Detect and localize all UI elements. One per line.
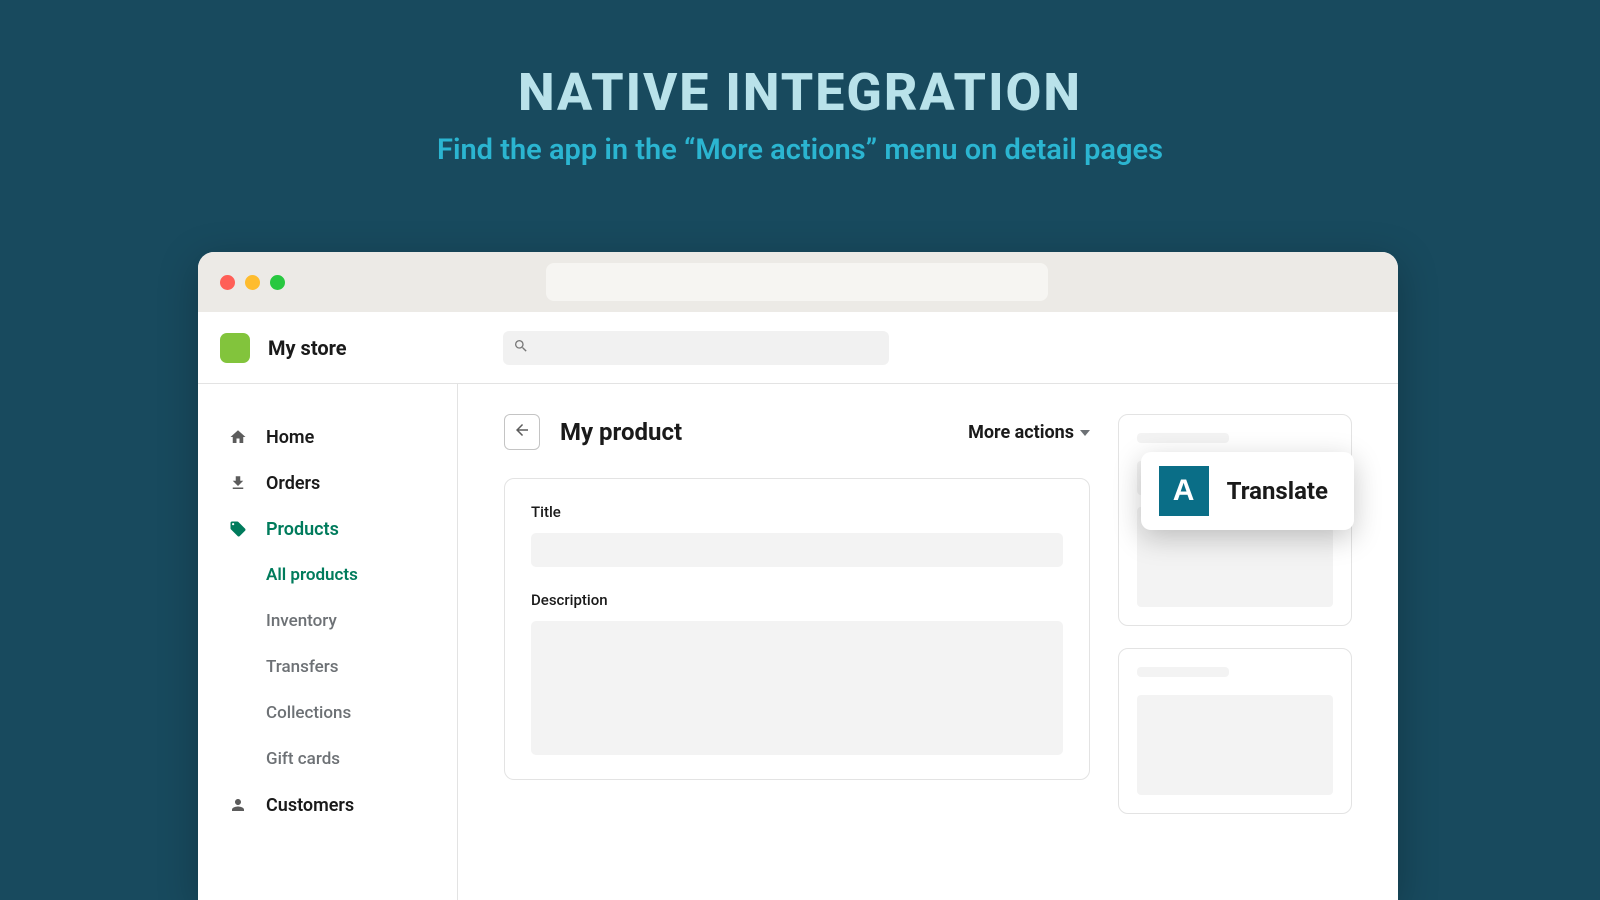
home-icon xyxy=(228,427,248,447)
app-header: My store xyxy=(198,312,1398,384)
more-actions-button[interactable]: More actions xyxy=(968,422,1090,443)
back-button[interactable] xyxy=(504,414,540,450)
browser-window: My store Home Orders xyxy=(198,252,1398,900)
sidebar-item-orders[interactable]: Orders xyxy=(198,460,457,506)
customers-icon xyxy=(228,795,248,815)
sidebar-item-products[interactable]: Products xyxy=(198,506,457,552)
maximize-dot-icon[interactable] xyxy=(270,275,285,290)
sidebar-item-customers[interactable]: Customers xyxy=(198,782,457,828)
page-title: My product xyxy=(560,418,682,446)
search-input[interactable] xyxy=(503,331,889,365)
url-bar[interactable] xyxy=(546,263,1048,301)
sidebar-item-label: Home xyxy=(266,427,314,448)
hero-title: NATIVE INTEGRATION xyxy=(0,62,1600,123)
skeleton-line xyxy=(1137,667,1229,677)
subnav-all-products[interactable]: All products xyxy=(266,552,457,598)
store-name: My store xyxy=(268,336,347,360)
hero-subtitle: Find the app in the “More actions” menu … xyxy=(0,133,1600,167)
orders-icon xyxy=(228,473,248,493)
subnav-inventory[interactable]: Inventory xyxy=(266,598,457,644)
title-input[interactable] xyxy=(531,533,1063,567)
description-field-label: Description xyxy=(531,591,1063,609)
sidebar-item-label: Orders xyxy=(266,473,320,494)
side-card-2 xyxy=(1118,648,1352,814)
products-icon xyxy=(228,519,248,539)
products-subnav: All products Inventory Transfers Collect… xyxy=(198,552,457,782)
minimize-dot-icon[interactable] xyxy=(245,275,260,290)
sidebar: Home Orders Products All products Invent… xyxy=(198,384,458,900)
translate-app-icon: A xyxy=(1159,466,1209,516)
arrow-left-icon xyxy=(513,421,531,443)
store-logo-icon[interactable] xyxy=(220,333,250,363)
skeleton-block xyxy=(1137,695,1333,795)
title-field-label: Title xyxy=(531,503,1063,521)
subnav-gift-cards[interactable]: Gift cards xyxy=(266,736,457,782)
subnav-transfers[interactable]: Transfers xyxy=(266,644,457,690)
search-icon xyxy=(513,338,529,358)
more-actions-label: More actions xyxy=(968,422,1074,443)
description-input[interactable] xyxy=(531,621,1063,755)
sidebar-item-label: Products xyxy=(266,519,339,540)
more-actions-popover[interactable]: A Translate xyxy=(1141,452,1354,530)
close-dot-icon[interactable] xyxy=(220,275,235,290)
traffic-lights xyxy=(220,275,285,290)
page-header: My product More actions xyxy=(504,414,1090,450)
product-form-card: Title Description xyxy=(504,478,1090,780)
sidebar-item-label: Customers xyxy=(266,795,354,816)
subnav-collections[interactable]: Collections xyxy=(266,690,457,736)
chevron-down-icon xyxy=(1080,430,1090,436)
sidebar-item-home[interactable]: Home xyxy=(198,414,457,460)
window-titlebar xyxy=(198,252,1398,312)
translate-menu-item[interactable]: Translate xyxy=(1227,477,1328,505)
skeleton-line xyxy=(1137,433,1229,443)
